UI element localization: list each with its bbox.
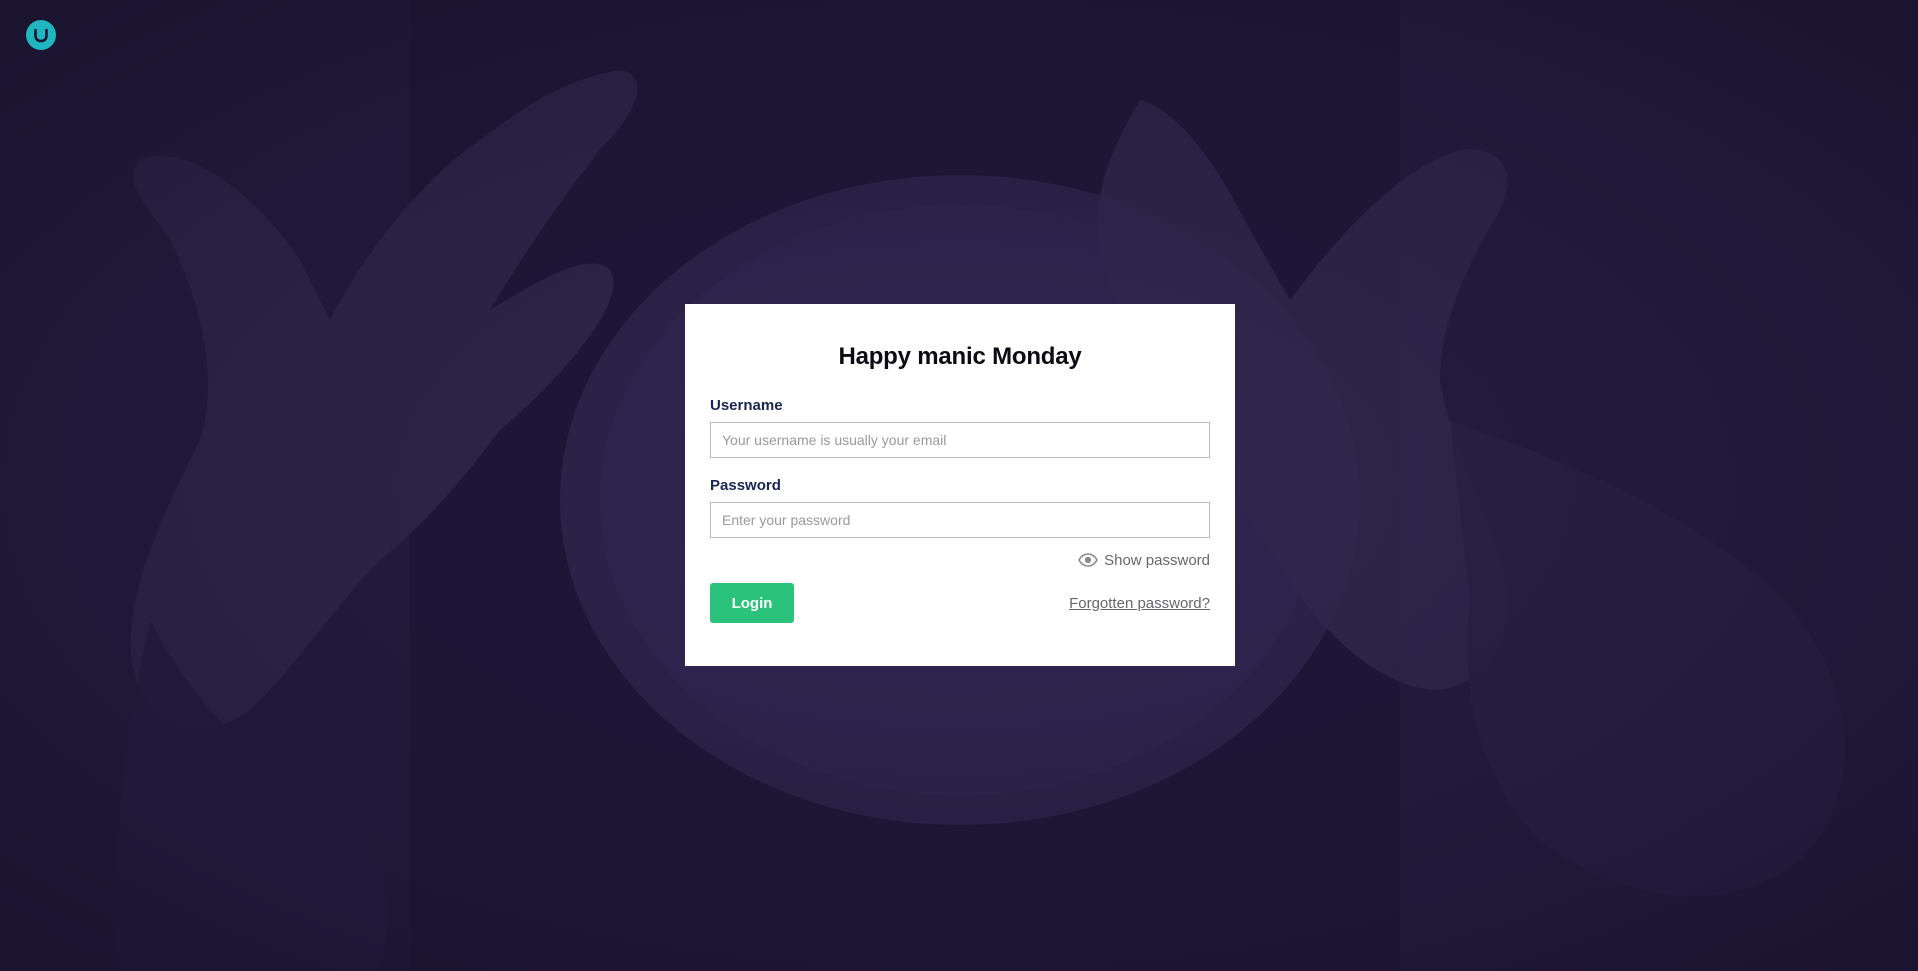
login-actions: Login Forgotten password? bbox=[710, 583, 1210, 623]
eye-icon bbox=[1078, 553, 1099, 567]
login-card: Happy manic Monday Username Password Sho… bbox=[685, 304, 1235, 666]
forgot-password-link[interactable]: Forgotten password? bbox=[1069, 595, 1210, 612]
password-input[interactable] bbox=[710, 502, 1210, 538]
show-password-toggle[interactable]: Show password bbox=[710, 551, 1210, 569]
show-password-label: Show password bbox=[1104, 551, 1210, 569]
login-title: Happy manic Monday bbox=[838, 343, 1082, 370]
username-label: Username bbox=[710, 397, 783, 414]
umbraco-logo-icon[interactable] bbox=[26, 20, 56, 50]
password-label: Password bbox=[710, 477, 781, 494]
login-button[interactable]: Login bbox=[710, 583, 794, 623]
username-input[interactable] bbox=[710, 422, 1210, 458]
